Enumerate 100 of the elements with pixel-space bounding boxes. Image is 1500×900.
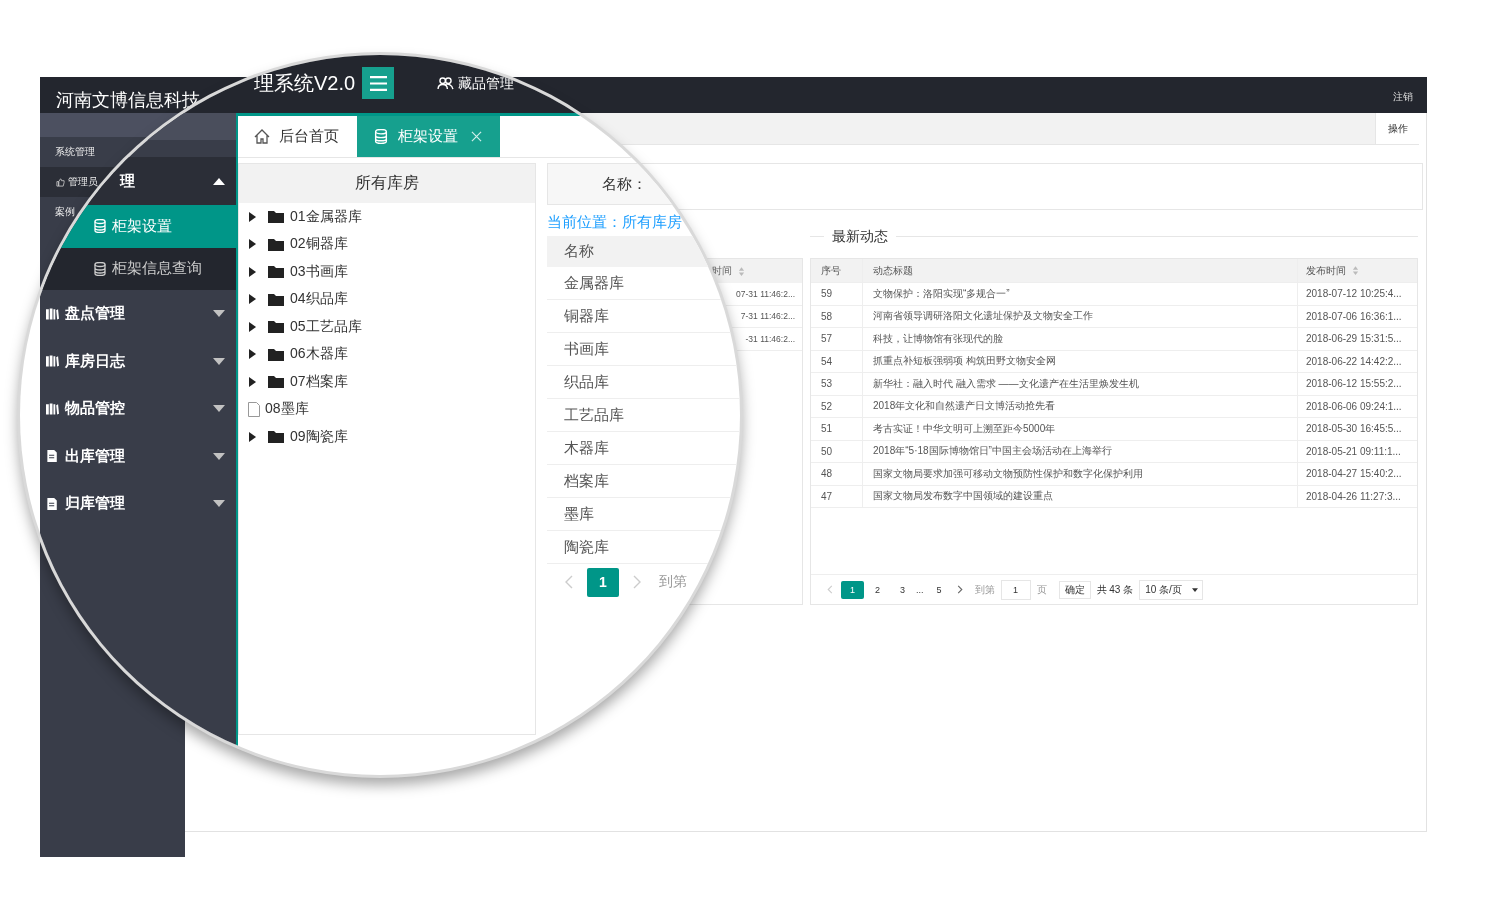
close-icon[interactable] <box>471 131 482 142</box>
table-cell[interactable]: 金属器库 <box>564 273 624 293</box>
page-input[interactable]: 1 <box>1000 579 1031 600</box>
table-cell-text: 2018-05-21 09:11:1... <box>1305 444 1402 459</box>
tree-node[interactable]: 03书画库 <box>239 258 535 286</box>
sidebar-item[interactable]: 出库管理 <box>40 432 236 480</box>
sidebar-item[interactable]: 理 <box>118 168 236 194</box>
table-cell: 54 <box>811 350 863 372</box>
document-icon <box>46 450 59 463</box>
books-icon <box>46 402 59 415</box>
table-cell[interactable]: 文物保护：洛阳实现“多规合一” <box>863 283 1298 305</box>
sidebar-subitem[interactable]: 柜架设置 <box>92 213 236 240</box>
table-cell[interactable]: 国家文物局要求加强可移动文物预防性保护和数字化保护利用 <box>863 463 1298 485</box>
sidebar-item[interactable]: 归库管理 <box>40 480 236 528</box>
confirm-button[interactable]: 确定 <box>1058 580 1091 599</box>
database-icon <box>94 261 106 276</box>
tree-node[interactable]: 01金属器库 <box>239 203 535 231</box>
table-cell[interactable]: 2018年“5·18国际博物馆日”中国主会场活动在上海举行 <box>863 440 1298 462</box>
sort-icon <box>738 266 745 276</box>
table-cell[interactable]: 2018年文化和自然遗产日文博活动抢先看 <box>863 395 1298 417</box>
page-size-select[interactable]: 10 条/页 <box>1139 579 1203 600</box>
sidebar-item[interactable]: 物品管控 <box>40 385 236 433</box>
expand-icon[interactable] <box>249 349 256 360</box>
folder-icon <box>268 320 284 334</box>
panel-title: 所有库房 <box>239 164 535 203</box>
table-cell[interactable]: 河南省领导调研洛阳文化遗址保护及文物安全工作 <box>863 305 1298 327</box>
table-cell[interactable]: 木器库 <box>564 438 609 458</box>
page-button[interactable]: 5 <box>927 580 951 599</box>
tree-node[interactable]: 07档案库 <box>239 368 535 396</box>
operations-button[interactable]: 操作 <box>1375 113 1419 144</box>
page-button[interactable]: 1 <box>841 580 864 599</box>
expand-icon[interactable] <box>249 211 256 222</box>
sidebar-item[interactable]: 库房日志 <box>40 337 236 385</box>
table-cell: 48 <box>811 463 863 485</box>
sidebar-item: 案例 <box>55 205 75 219</box>
tree-node[interactable]: 05工艺品库 <box>239 313 535 341</box>
table-cell[interactable]: 科技，让博物馆有张现代的脸 <box>863 328 1298 350</box>
table-cell[interactable]: 国家文物局发布数字中国领域的建设重点 <box>863 485 1298 507</box>
table-cell: 57 <box>811 328 863 350</box>
page-ellipsis: ... <box>916 584 924 595</box>
tree-node[interactable]: 09陶瓷库 <box>239 423 535 451</box>
menu-icon <box>369 75 387 91</box>
file-icon <box>248 401 260 417</box>
tree-node[interactable]: 08墨库 <box>239 395 535 423</box>
next-icon[interactable] <box>956 585 963 594</box>
folder-icon <box>268 347 284 361</box>
logout-link[interactable]: 注销 <box>1393 90 1413 104</box>
database-icon <box>373 129 389 144</box>
expand-icon[interactable] <box>249 239 256 250</box>
page-button[interactable]: 1 <box>587 567 619 597</box>
expand-icon[interactable] <box>249 376 256 387</box>
table-cell: 50 <box>811 440 863 462</box>
menu-button[interactable] <box>362 67 394 99</box>
column-header[interactable]: 时间 <box>712 264 745 278</box>
table-cell[interactable]: 考古实证！中华文明可上溯至距今5000年 <box>863 418 1298 440</box>
table-cell[interactable]: 新华社：融入时代 融入需求 ——文化遗产在生活里焕发生机 <box>863 373 1298 395</box>
page-button[interactable]: 2 <box>866 580 889 599</box>
books-icon <box>46 307 59 320</box>
table-cell[interactable]: 书画库 <box>564 339 609 359</box>
table-cell[interactable]: 工艺品库 <box>564 405 624 425</box>
table-cell-text: 2018-07-06 16:36:1... <box>1305 309 1403 324</box>
table-cell: 7-31 11:46:2... <box>740 311 795 322</box>
app-title: 理系统V2.0 <box>254 71 357 96</box>
tree-node[interactable]: 04织品库 <box>239 285 535 313</box>
table-cell[interactable]: 档案库 <box>564 471 609 491</box>
table-cell[interactable]: 墨库 <box>564 504 594 524</box>
folder-icon <box>268 292 284 306</box>
table-cell[interactable]: 抓重点补短板强弱项 构筑田野文物安全网 <box>863 350 1298 372</box>
expand-icon[interactable] <box>249 431 256 442</box>
goto-label: 到第 <box>974 582 995 597</box>
sidebar-item[interactable]: 盘点管理 <box>40 290 236 338</box>
table-cell-text: 2018-06-06 09:24:1... <box>1305 399 1403 414</box>
sidebar-item: 系统管理 <box>55 145 95 159</box>
table-cell: 59 <box>811 283 863 305</box>
tree-node[interactable]: 06木器库 <box>239 340 535 368</box>
table-cell: -31 11:46:2... <box>745 333 795 344</box>
goto-label: 到第 <box>659 573 687 591</box>
expand-icon[interactable] <box>249 266 256 277</box>
page-unit-label: 页 <box>1036 582 1047 597</box>
table-cell[interactable]: 织品库 <box>564 372 609 392</box>
table-cell[interactable]: 陶瓷库 <box>564 537 609 557</box>
page-button[interactable]: 3 <box>891 580 914 599</box>
expand-icon[interactable] <box>249 321 256 332</box>
sidebar-item[interactable]: 管理员 <box>68 175 98 189</box>
folder-icon <box>268 265 284 279</box>
table-cell-text: 2018-06-22 14:42:2... <box>1305 354 1403 369</box>
books-icon <box>46 355 59 368</box>
breadcrumb: 当前位置：所有库房 <box>547 212 683 232</box>
table-cell: 51 <box>811 418 863 440</box>
table-cell: 58 <box>811 305 863 327</box>
table-cell-text: 2018-06-29 15:31:5... <box>1305 332 1403 347</box>
table-cell-text: 2018-06-12 15:55:2... <box>1305 377 1403 392</box>
table-cell-text: 2018-04-27 15:40:2... <box>1305 467 1403 482</box>
document-icon <box>46 497 59 510</box>
database-icon <box>94 219 106 234</box>
expand-icon[interactable] <box>249 294 256 305</box>
table-cell[interactable]: 铜器库 <box>564 306 609 326</box>
tree-node[interactable]: 02铜器库 <box>239 230 535 258</box>
table-cell: 47 <box>811 485 863 507</box>
folder-icon <box>268 210 284 224</box>
